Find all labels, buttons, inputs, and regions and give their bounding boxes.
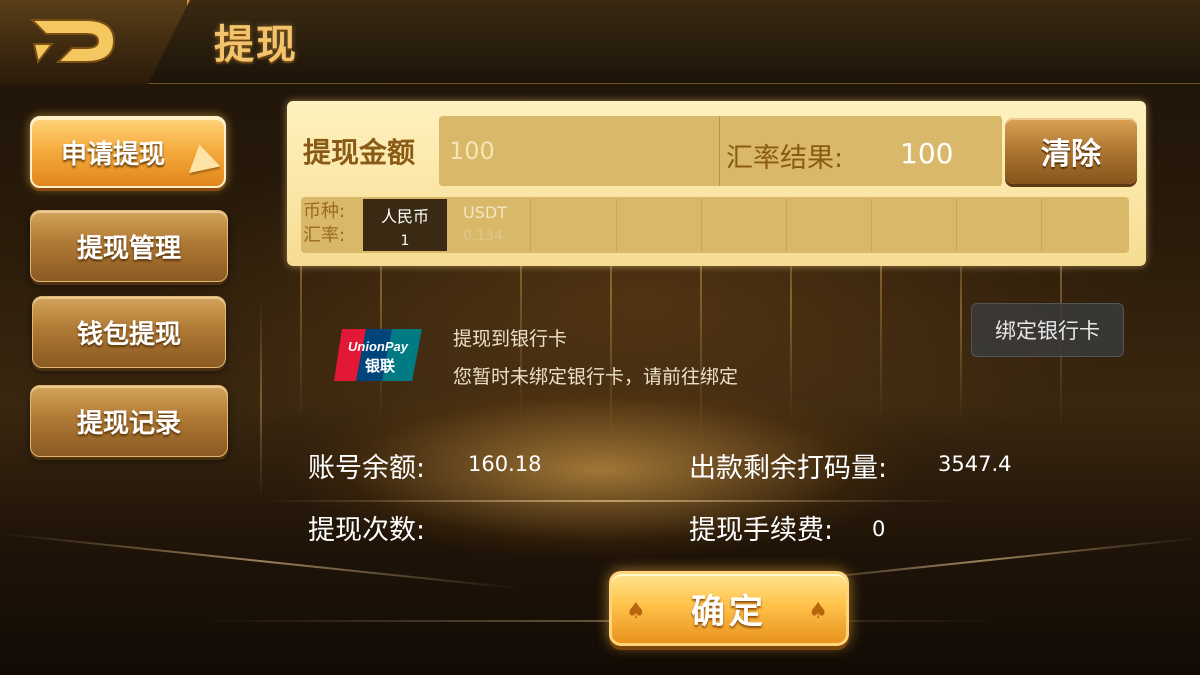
sidebar-item-apply-withdraw[interactable]: 申请提现 [30, 116, 226, 188]
spade-icon: ♠ [626, 599, 650, 624]
sidebar-item-label: 提现管理 [76, 233, 181, 264]
rate-result-box: 汇率结果: 100 [719, 116, 1002, 186]
currency-name: USDT [463, 203, 507, 222]
sidebar-item-wallet-withdraw[interactable]: 钱包提现 [32, 296, 226, 368]
currency-rate: 1 [400, 233, 410, 249]
currency-row-labels: 币种: 汇率: [303, 200, 345, 248]
clear-button[interactable]: 清除 [1005, 118, 1137, 184]
amount-input[interactable] [449, 134, 709, 168]
currency-option-usdt[interactable]: USDT 0.134 [447, 199, 531, 251]
sidebar-item-label: 申请提现 [60, 139, 165, 170]
balance-value: 160.18 [468, 452, 542, 476]
rate-result-value: 100 [900, 137, 954, 170]
currency-option-empty [618, 199, 702, 251]
currency-option-empty [1043, 199, 1127, 251]
unionpay-logo-text: UnionPay [348, 339, 409, 354]
bank-card-title: 提现到银行卡 [453, 328, 568, 350]
unionpay-logo: UnionPay 银联 [334, 329, 422, 381]
page-title: 提现 [214, 22, 298, 68]
header-bar: 提现 [0, 0, 1200, 84]
withdraw-panel: 提现金额 汇率结果: 100 清除 币种: 汇率: 人民币 1 USDT 0.1… [287, 101, 1146, 266]
bind-bank-card-button[interactable]: 绑定银行卡 [971, 303, 1124, 357]
back-button[interactable] [0, 0, 190, 84]
currency-selector: 币种: 汇率: 人民币 1 USDT 0.134 [301, 197, 1129, 253]
balance-label: 账号余额: [308, 453, 426, 484]
currency-rate: 0.134 [463, 228, 504, 244]
fee-label: 提现手续费: [689, 515, 834, 546]
amount-label: 提现金额 [303, 136, 416, 169]
sidebar-item-withdraw-manage[interactable]: 提现管理 [30, 210, 228, 282]
currency-label: 币种: [303, 201, 346, 222]
withdraw-count-label: 提现次数: [308, 515, 426, 546]
fee-value: 0 [872, 517, 886, 541]
currency-option-empty [958, 199, 1042, 251]
currency-option-empty [703, 199, 787, 251]
turnover-label: 出款剩余打码量: [689, 453, 888, 484]
currency-option-empty [788, 199, 872, 251]
currency-name: 人民币 [380, 207, 429, 226]
turnover-value: 3547.4 [938, 452, 1012, 476]
sidebar-item-label: 钱包提现 [76, 319, 181, 350]
currency-option-cny[interactable]: 人民币 1 [363, 199, 447, 251]
currency-option-empty [533, 199, 617, 251]
rate-label: 汇率: [303, 225, 346, 246]
confirm-button[interactable]: ♠ 确定 ♠ [609, 571, 849, 646]
bank-card-hint: 您暂时未绑定银行卡，请前往绑定 [453, 366, 739, 388]
spade-icon: ♠ [808, 599, 832, 624]
currency-option-empty [873, 199, 957, 251]
sidebar-item-withdraw-records[interactable]: 提现记录 [30, 385, 228, 457]
confirm-label: 确定 [691, 592, 767, 632]
back-arrow-icon [29, 19, 116, 65]
rate-result-label: 汇率结果: [726, 143, 844, 174]
sidebar-item-label: 提现记录 [76, 408, 181, 439]
active-indicator-icon [183, 140, 221, 174]
unionpay-logo-cn-text: 银联 [365, 357, 396, 375]
